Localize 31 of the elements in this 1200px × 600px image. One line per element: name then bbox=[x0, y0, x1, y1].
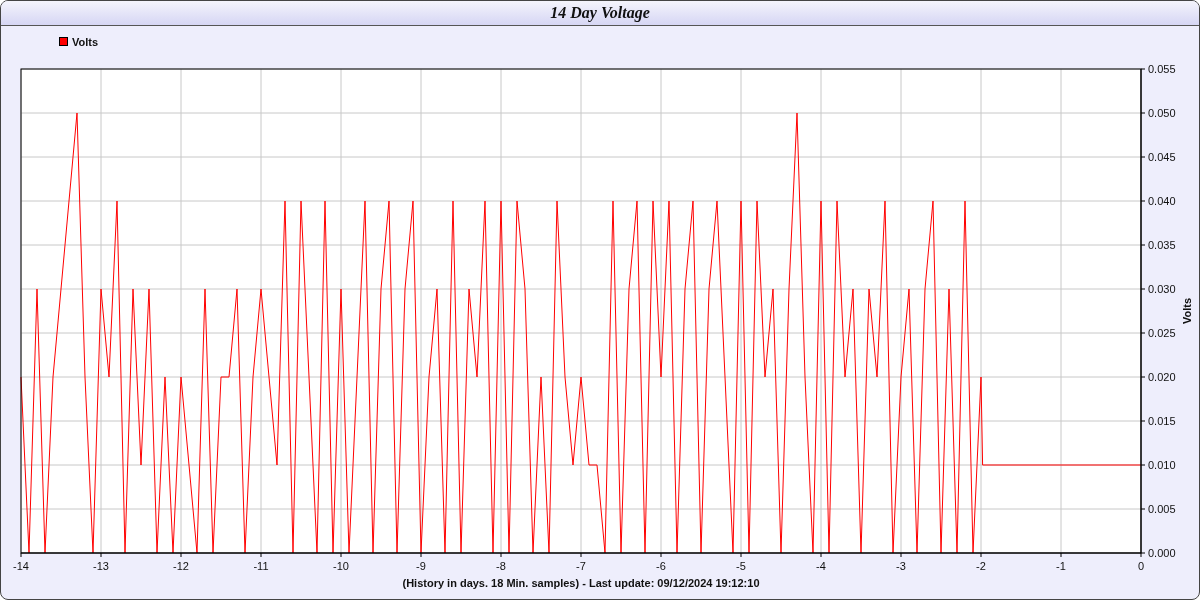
y-tick-label: 0.000 bbox=[1148, 547, 1176, 559]
x-tick-label: -6 bbox=[656, 560, 666, 572]
x-tick-label: -14 bbox=[13, 560, 29, 572]
x-tick-label: -13 bbox=[93, 560, 109, 572]
x-tick-label: -5 bbox=[736, 560, 746, 572]
x-tick-label: -2 bbox=[976, 560, 986, 572]
y-axis-title: Volts bbox=[1181, 297, 1193, 325]
y-tick-label: 0.020 bbox=[1148, 371, 1176, 383]
y-tick-label: 0.010 bbox=[1148, 459, 1176, 471]
y-tick-label: 0.045 bbox=[1148, 151, 1176, 163]
y-tick-label: 0.005 bbox=[1148, 503, 1176, 515]
y-tick-label: 0.055 bbox=[1148, 63, 1176, 75]
window-title: 14 Day Voltage bbox=[550, 4, 650, 22]
x-tick-label: -7 bbox=[576, 560, 586, 572]
x-tick-label: 0 bbox=[1137, 560, 1145, 572]
x-tick-label: -3 bbox=[896, 560, 906, 572]
x-tick-label: -8 bbox=[496, 560, 506, 572]
y-tick-label: 0.040 bbox=[1148, 195, 1176, 207]
x-tick-label: -9 bbox=[416, 560, 426, 572]
x-tick-label: -12 bbox=[173, 560, 189, 572]
y-tick-label: 0.015 bbox=[1148, 415, 1176, 427]
x-axis-title: (History in days. 18 Min. samples) - Last update: 09/12/2024 19:12:10 bbox=[402, 577, 760, 589]
x-tick-label: -4 bbox=[816, 560, 826, 572]
legend-label: Volts bbox=[72, 35, 99, 48]
x-tick-label: -1 bbox=[1056, 560, 1066, 572]
y-tick-label: 0.050 bbox=[1148, 107, 1176, 119]
y-tick-label: 0.025 bbox=[1148, 327, 1176, 339]
y-tick-label: 0.030 bbox=[1148, 283, 1176, 295]
y-tick-label: 0.035 bbox=[1148, 239, 1176, 251]
x-tick-label: -11 bbox=[253, 560, 269, 572]
x-tick-label: -10 bbox=[333, 560, 349, 572]
